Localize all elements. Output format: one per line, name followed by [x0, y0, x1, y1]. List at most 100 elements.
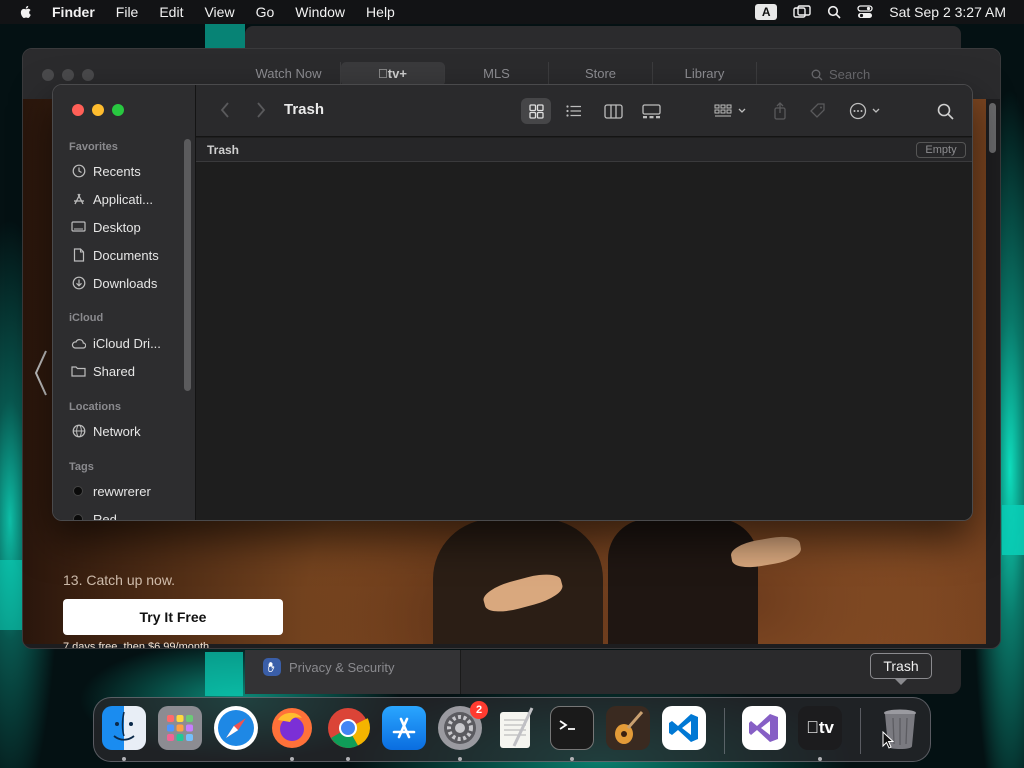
- tv-app-label: tv: [812, 718, 834, 737]
- dock-visual-studio-icon[interactable]: [742, 706, 786, 750]
- tab-library[interactable]: Library: [653, 62, 757, 86]
- dock-launchpad-icon[interactable]: [158, 706, 202, 750]
- spotlight-search-icon[interactable]: [827, 5, 841, 19]
- close-button[interactable]: [72, 104, 84, 116]
- settings-item-privacy[interactable]: Privacy & Security: [263, 658, 394, 676]
- sidebar-item-network[interactable]: Network: [71, 422, 141, 440]
- hero-caption: 13. Catch up now.: [63, 572, 176, 588]
- dock-app-store-icon[interactable]: [382, 706, 426, 750]
- settings-window-bottom-edge: Privacy & Security: [245, 650, 961, 694]
- dock-apple-tv-icon[interactable]: tv: [798, 706, 842, 750]
- menu-help[interactable]: Help: [366, 4, 395, 20]
- finder-toolbar: Trash: [196, 85, 972, 137]
- dock-garageband-icon[interactable]: [606, 706, 650, 750]
- sidebar-section-favorites: Favorites: [69, 141, 118, 153]
- dock-textedit-icon[interactable]: [494, 706, 538, 750]
- dock-finder-icon[interactable]: [102, 706, 146, 750]
- dock-vscode-icon[interactable]: [662, 706, 706, 750]
- tab-tv-plus[interactable]: tv+: [341, 62, 445, 86]
- sidebar-item-label: Documents: [93, 247, 159, 263]
- screen-mirroring-icon[interactable]: [793, 5, 811, 19]
- empty-trash-button[interactable]: Empty: [916, 142, 966, 158]
- dock-chrome-icon[interactable]: [326, 706, 370, 750]
- menu-finder[interactable]: Finder: [52, 4, 95, 20]
- wallpaper-accent: [205, 24, 245, 48]
- list-view-button[interactable]: [559, 98, 589, 124]
- sidebar-item-recents[interactable]: Recents: [71, 162, 141, 180]
- menu-file[interactable]: File: [116, 4, 139, 20]
- minimize-button[interactable]: [92, 104, 104, 116]
- menu-view[interactable]: View: [204, 4, 234, 20]
- dock-terminal-icon[interactable]: [550, 706, 594, 750]
- finder-search-button[interactable]: [931, 98, 959, 124]
- dock-firefox-icon[interactable]: [270, 706, 314, 750]
- back-chevron-icon[interactable]: [220, 101, 230, 124]
- sidebar-item-icloud-drive[interactable]: iCloud Dri...: [71, 334, 161, 352]
- dock-separator: [724, 708, 725, 754]
- sidebar-item-label: Applicati...: [93, 191, 153, 207]
- running-indicator: [290, 757, 294, 761]
- sidebar-item-desktop[interactable]: Desktop: [71, 218, 141, 236]
- tab-watch-now[interactable]: Watch Now: [237, 62, 341, 86]
- minimize-button[interactable]: [62, 69, 74, 81]
- sidebar-item-label: Desktop: [93, 219, 141, 235]
- tv-scrollbar-thumb[interactable]: [989, 103, 996, 153]
- menu-go[interactable]: Go: [256, 4, 275, 20]
- apple-logo-icon: : [378, 66, 388, 81]
- menu-window[interactable]: Window: [295, 4, 345, 20]
- mouse-cursor-icon: [882, 730, 895, 754]
- group-by-button[interactable]: [711, 98, 751, 124]
- desktop-icon: [71, 220, 86, 235]
- gallery-view-button[interactable]: [636, 98, 666, 124]
- sidebar-section-icloud: iCloud: [69, 312, 104, 324]
- control-center-icon[interactable]: [857, 5, 873, 19]
- dock-tooltip: Trash: [870, 653, 932, 679]
- tab-store[interactable]: Store: [549, 62, 653, 86]
- column-view-button[interactable]: [598, 98, 628, 124]
- sidebar-section-locations: Locations: [69, 401, 121, 413]
- tab-mls[interactable]: MLS: [445, 62, 549, 86]
- finder-sidebar: Favorites Recents Applicati... Desktop D…: [53, 85, 196, 520]
- globe-icon: [71, 424, 86, 439]
- menubar-clock[interactable]: Sat Sep 2 3:27 AM: [889, 4, 1006, 20]
- ellipsis-circle-icon: [849, 102, 880, 120]
- zoom-button[interactable]: [82, 69, 94, 81]
- dock-tooltip-tail: [894, 678, 908, 685]
- tv-scrollbar[interactable]: [986, 99, 1000, 644]
- sidebar-item-applications[interactable]: Applicati...: [71, 190, 153, 208]
- tv-search-field[interactable]: Search: [811, 67, 870, 82]
- sidebar-item-downloads[interactable]: Downloads: [71, 274, 157, 292]
- grid-icon: [528, 103, 544, 119]
- sidebar-item-tag-red[interactable]: Red: [71, 510, 117, 520]
- settings-window-top-edge: [245, 26, 961, 48]
- search-icon: [811, 69, 823, 80]
- finder-content-area[interactable]: [196, 163, 972, 520]
- running-indicator: [122, 757, 126, 761]
- settings-item-label: Privacy & Security: [289, 659, 395, 675]
- running-indicator: [346, 757, 350, 761]
- tv-window-controls: [42, 69, 94, 81]
- sidebar-scrollbar-thumb[interactable]: [184, 139, 191, 391]
- tab-tv-plus-label: tv+: [382, 66, 407, 81]
- apple-menu-icon[interactable]: [18, 4, 34, 20]
- menu-edit[interactable]: Edit: [159, 4, 183, 20]
- share-button[interactable]: [766, 98, 794, 124]
- input-source-indicator[interactable]: A: [755, 4, 778, 20]
- try-it-free-button[interactable]: Try It Free: [63, 599, 283, 635]
- sidebar-item-label: Recents: [93, 163, 141, 179]
- sidebar-item-label: Shared: [93, 363, 135, 379]
- sidebar-item-tag[interactable]: rewwrerer: [71, 482, 151, 500]
- more-actions-button[interactable]: [846, 98, 888, 124]
- forward-chevron-icon[interactable]: [256, 101, 266, 124]
- sidebar-item-label: Network: [93, 423, 141, 439]
- sidebar-item-shared[interactable]: Shared: [71, 362, 135, 380]
- hand-icon: [263, 658, 281, 676]
- search-icon: [937, 103, 954, 120]
- close-button[interactable]: [42, 69, 54, 81]
- icon-view-button[interactable]: [521, 98, 551, 124]
- dock-safari-icon[interactable]: [214, 706, 258, 750]
- sidebar-item-documents[interactable]: Documents: [71, 246, 159, 264]
- zoom-button[interactable]: [112, 104, 124, 116]
- carousel-prev-arrow-icon[interactable]: [33, 349, 49, 402]
- tags-button[interactable]: [804, 98, 832, 124]
